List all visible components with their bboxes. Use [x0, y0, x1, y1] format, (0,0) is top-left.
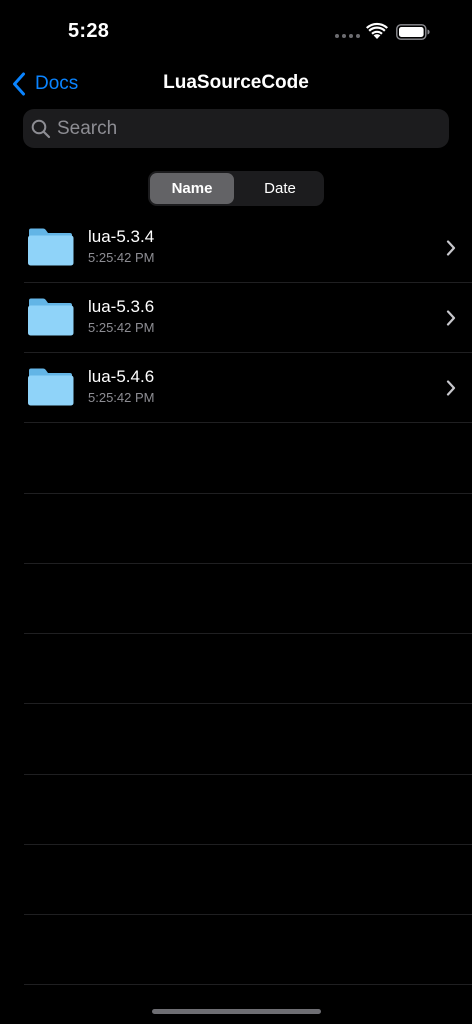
wifi-icon	[366, 22, 388, 39]
cellular-signal-icon	[335, 34, 360, 38]
file-name: lua-5.3.6	[88, 297, 155, 316]
status-bar: 5:28	[0, 0, 472, 60]
file-date: 5:25:42 PM	[88, 320, 155, 335]
chevron-right-icon	[446, 380, 456, 396]
divider	[24, 563, 472, 564]
sort-segmented-control: Name Date	[148, 171, 324, 206]
folder-icon	[28, 298, 74, 336]
back-button[interactable]: Docs	[12, 70, 78, 98]
divider	[24, 844, 472, 845]
list-item[interactable]: lua-5.3.4 5:25:42 PM	[0, 213, 472, 283]
home-indicator[interactable]	[152, 1009, 321, 1014]
file-name: lua-5.4.6	[88, 367, 155, 386]
chevron-right-icon	[446, 240, 456, 256]
divider	[24, 633, 472, 634]
divider	[24, 703, 472, 704]
folder-icon	[28, 228, 74, 266]
divider	[24, 774, 472, 775]
file-list: lua-5.3.4 5:25:42 PM lua-5.3.6 5:25:42 P…	[0, 213, 472, 423]
list-item[interactable]: lua-5.3.6 5:25:42 PM	[0, 283, 472, 353]
search-bar[interactable]	[23, 109, 449, 148]
divider	[24, 493, 472, 494]
file-date: 5:25:42 PM	[88, 250, 155, 265]
battery-icon	[396, 24, 430, 40]
file-date: 5:25:42 PM	[88, 390, 155, 405]
sort-by-name-segment[interactable]: Name	[150, 173, 234, 204]
divider	[24, 984, 472, 985]
chevron-left-icon	[13, 72, 25, 96]
file-name: lua-5.3.4	[88, 227, 155, 246]
chevron-right-icon	[446, 310, 456, 326]
divider	[24, 422, 472, 423]
sort-by-date-segment[interactable]: Date	[238, 173, 322, 204]
search-input[interactable]	[57, 117, 417, 140]
divider	[24, 914, 472, 915]
status-time: 5:28	[68, 20, 110, 42]
search-icon	[31, 119, 51, 138]
back-button-label: Docs	[35, 73, 79, 94]
folder-icon	[28, 368, 74, 406]
list-item[interactable]: lua-5.4.6 5:25:42 PM	[0, 353, 472, 423]
